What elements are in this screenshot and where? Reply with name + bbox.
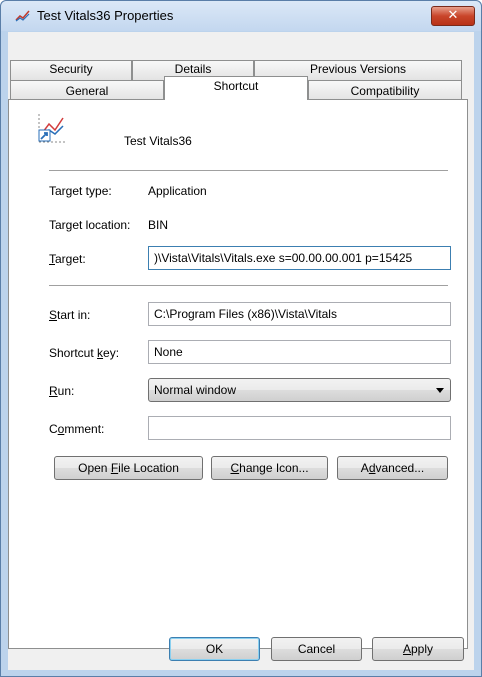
shortcut-key-label: Shortcut key: <box>49 346 120 360</box>
title-bar[interactable]: Test Vitals36 Properties ✕ <box>1 1 481 31</box>
target-type-value: Application <box>148 184 207 198</box>
advanced-button[interactable]: Advanced... <box>337 456 448 480</box>
target-location-label: Target location: <box>49 218 131 232</box>
app-chart-icon <box>15 10 30 22</box>
tab-security[interactable]: Security <box>10 60 132 80</box>
target-location-value: BIN <box>148 218 169 232</box>
cancel-button[interactable]: Cancel <box>271 637 362 661</box>
target-type-label: Target type: <box>49 184 112 198</box>
tab-general[interactable]: General <box>10 80 164 100</box>
comment-input[interactable] <box>148 416 451 440</box>
tab-compatibility[interactable]: Compatibility <box>308 80 462 100</box>
change-icon-button[interactable]: Change Icon... <box>211 456 328 480</box>
close-icon: ✕ <box>447 8 459 23</box>
close-button[interactable]: ✕ <box>431 6 475 26</box>
tab-shortcut[interactable]: Shortcut <box>164 76 308 100</box>
start-in-label: Start in: <box>49 308 91 322</box>
target-label: Target: <box>49 252 86 266</box>
divider-top <box>49 170 448 171</box>
divider-middle <box>49 285 448 286</box>
comment-label: Comment: <box>49 422 105 436</box>
tab-panel-shortcut: Test Vitals36 Target type: Application T… <box>8 99 468 649</box>
start-in-input[interactable]: C:\Program Files (x86)\Vista\Vitals <box>148 302 451 326</box>
window-title: Test Vitals36 Properties <box>37 8 174 23</box>
shortcut-chart-icon <box>38 114 67 143</box>
chevron-down-icon <box>436 388 444 393</box>
dialog-client: Security Details Previous Versions Gener… <box>8 32 474 670</box>
run-select[interactable]: Normal window <box>148 378 451 402</box>
target-input[interactable]: )\Vista\Vitals\Vitals.exe s=00.00.00.001… <box>148 246 451 270</box>
ok-button[interactable]: OK <box>169 637 260 661</box>
properties-window: Test Vitals36 Properties ✕ Security Deta… <box>0 0 482 677</box>
run-label: Run: <box>49 384 75 398</box>
shortcut-name: Test Vitals36 <box>124 134 192 148</box>
open-file-location-button[interactable]: Open File Location <box>54 456 203 480</box>
shortcut-key-input[interactable]: None <box>148 340 451 364</box>
apply-button[interactable]: Apply <box>372 637 464 661</box>
